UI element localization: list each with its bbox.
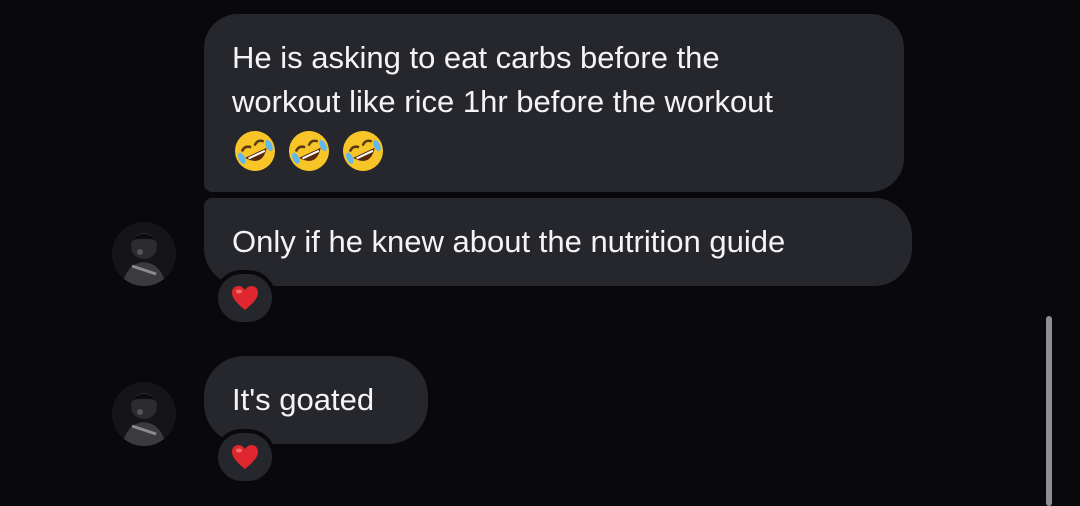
message-text: He is asking to eat carbs before the xyxy=(232,40,720,75)
rolling-laughing-emoji-icon xyxy=(235,131,275,171)
message-text: workout like rice 1hr before the workout xyxy=(232,84,774,119)
chat-thread: He is asking to eat carbs before the wor… xyxy=(0,0,1080,506)
message-text: It's goated xyxy=(232,382,375,417)
sender-avatar[interactable] xyxy=(112,382,176,446)
scrollbar[interactable] xyxy=(1046,316,1052,506)
red-heart-icon xyxy=(232,445,258,469)
sender-avatar[interactable] xyxy=(112,222,176,286)
red-heart-icon xyxy=(232,286,258,310)
rolling-laughing-emoji-icon xyxy=(343,131,383,171)
message-text: Only if he knew about the nutrition guid… xyxy=(232,224,786,259)
message-bubble[interactable]: Only if he knew about the nutrition guid… xyxy=(204,198,912,286)
reaction-badge[interactable] xyxy=(214,429,276,485)
emoji-row xyxy=(232,128,876,174)
avatar-photo-icon xyxy=(112,382,176,446)
message-bubble[interactable]: He is asking to eat carbs before the wor… xyxy=(204,14,904,192)
reaction-badge[interactable] xyxy=(214,270,276,326)
rolling-laughing-emoji-icon xyxy=(289,131,329,171)
avatar-photo-icon xyxy=(112,222,176,286)
